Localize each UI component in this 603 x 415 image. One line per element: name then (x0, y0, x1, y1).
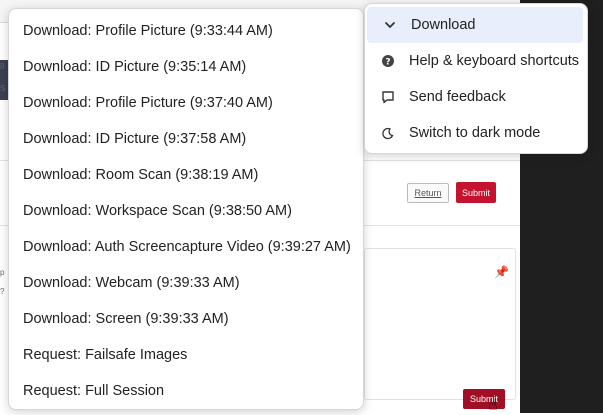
svg-text:?: ? (385, 58, 390, 68)
menu-item-download-screen[interactable]: Download: Screen (9:39:33 AM) (9, 301, 363, 337)
menu-item-request-failsafe-images[interactable]: Request: Failsafe Images (9, 337, 363, 373)
menu-item-label: Help & keyboard shortcuts (409, 53, 580, 69)
menu-item-download-id-picture[interactable]: Download: ID Picture (9:37:58 AM) (9, 121, 363, 157)
download-dropdown-menu: Download: Profile Picture (9:33:44 AM) D… (8, 8, 364, 410)
menu-item-label: Switch to dark mode (409, 125, 541, 141)
menu-item-download-id-picture[interactable]: Download: ID Picture (9:35:14 AM) (9, 49, 363, 85)
hand-cursor-icon: ☝ (488, 397, 498, 414)
menu-item-help-shortcuts[interactable]: ? Help & keyboard shortcuts (365, 43, 583, 79)
return-button[interactable]: Return (407, 183, 449, 203)
submit-button[interactable]: Submit (456, 182, 496, 203)
menu-item-download-auth-video[interactable]: Download: Auth Screencapture Video (9:39… (9, 229, 363, 265)
chevron-down-icon (379, 18, 401, 32)
menu-item-download-workspace-scan[interactable]: Download: Workspace Scan (9:38:50 AM) (9, 193, 363, 229)
side-text: S (0, 84, 6, 93)
menu-item-download[interactable]: Download (367, 7, 583, 43)
menu-item-label: Send feedback (409, 89, 506, 105)
help-icon: ? (377, 54, 399, 68)
submit-button-bottom[interactable]: Submit (463, 389, 505, 409)
feedback-icon (377, 90, 399, 104)
menu-item-download-room-scan[interactable]: Download: Room Scan (9:38:19 AM) (9, 157, 363, 193)
menu-item-download-profile-picture[interactable]: Download: Profile Picture (9:37:40 AM) (9, 85, 363, 121)
options-dropdown-menu: Download ? Help & keyboard shortcuts Sen… (364, 3, 588, 154)
pin-icon[interactable]: 📌 (494, 265, 509, 279)
side-text: p (0, 268, 5, 277)
menu-item-download-webcam[interactable]: Download: Webcam (9:39:33 AM) (9, 265, 363, 301)
menu-item-download-profile-picture[interactable]: Download: Profile Picture (9:33:44 AM) (9, 13, 363, 49)
menu-item-send-feedback[interactable]: Send feedback (365, 79, 583, 115)
side-text: 8 (0, 62, 5, 71)
menu-item-request-full-session[interactable]: Request: Full Session (9, 373, 363, 409)
side-text: ? (0, 287, 5, 296)
menu-item-dark-mode[interactable]: Switch to dark mode (365, 115, 583, 151)
menu-item-label: Download (411, 17, 476, 33)
moon-icon (377, 126, 399, 140)
